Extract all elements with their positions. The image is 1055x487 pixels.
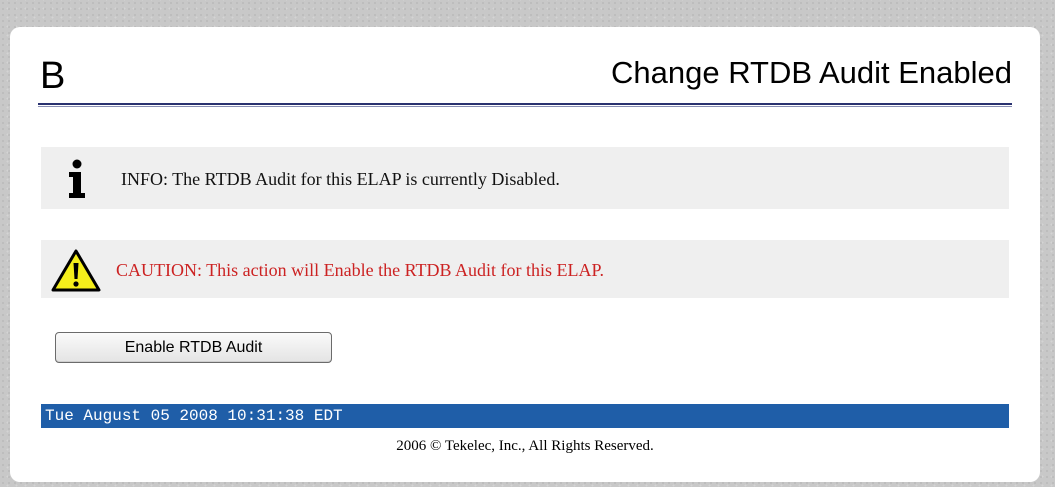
info-icon [69,159,85,198]
main-panel: B Change RTDB Audit Enabled INFO: The RT… [10,27,1040,482]
timestamp: Tue August 05 2008 10:31:38 EDT [45,407,343,425]
enable-rtdb-audit-button[interactable]: Enable RTDB Audit [55,332,332,363]
page-title: Change RTDB Audit Enabled [611,55,1012,90]
info-text: INFO: The RTDB Audit for this ELAP is cu… [121,169,560,189]
warning-icon [51,249,101,292]
caution-message: CAUTION: This action will Enable the RTD… [41,240,1009,298]
status-bar: Tue August 05 2008 10:31:38 EDT [41,404,1009,428]
logo: B [40,55,66,97]
copyright-notice: 2006 © Tekelec, Inc., All Rights Reserve… [396,438,654,454]
caution-text: CAUTION: This action will Enable the RTD… [116,260,605,280]
info-message: INFO: The RTDB Audit for this ELAP is cu… [41,147,1009,209]
title-divider [38,103,1012,107]
